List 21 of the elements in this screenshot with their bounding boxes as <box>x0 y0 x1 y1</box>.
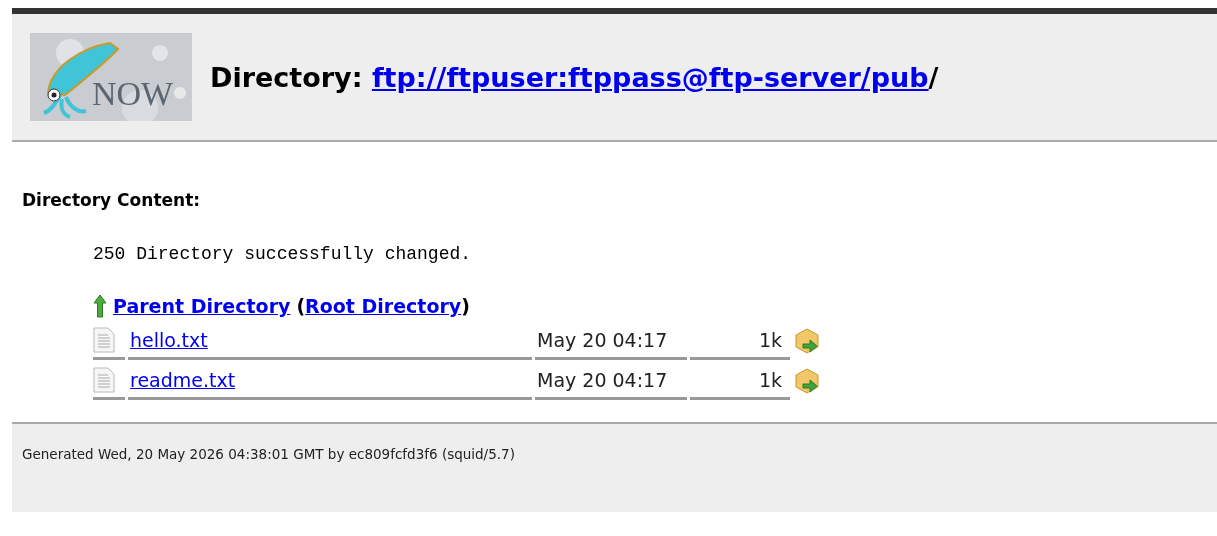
file-icon <box>93 326 115 353</box>
file-size: 1k <box>758 368 782 391</box>
file-date: May 20 04:17 <box>537 328 668 351</box>
file-date: May 20 04:17 <box>537 368 668 391</box>
section-heading: Directory Content: <box>22 190 201 210</box>
squid-logo: NOW <box>30 33 192 121</box>
paren: ) <box>461 295 470 317</box>
server-message: 250 Directory successfully changed. <box>93 244 472 264</box>
download-icon[interactable] <box>793 327 821 355</box>
root-directory-link[interactable]: Root Directory <box>305 295 462 317</box>
up-arrow-icon <box>93 294 107 318</box>
file-link[interactable]: hello.txt <box>130 328 208 351</box>
download-icon[interactable] <box>793 367 821 395</box>
parent-directory-link[interactable]: Parent Directory <box>113 295 291 317</box>
file-icon <box>93 366 115 393</box>
paren: ( <box>296 295 306 317</box>
page-title: Directory: ftp://ftpuser:ftppass@ftp-server/pub/ <box>210 61 939 93</box>
file-size: 1k <box>758 328 782 351</box>
footer-text: Generated Wed, 20 May 2026 04:38:01 GMT by ec809fcfd3f6 (squid/5.7) <box>22 446 515 462</box>
directory-link[interactable]: ftp://ftpuser:ftppass@ftp-server/pub <box>371 61 929 93</box>
file-link[interactable]: readme.txt <box>130 368 236 391</box>
